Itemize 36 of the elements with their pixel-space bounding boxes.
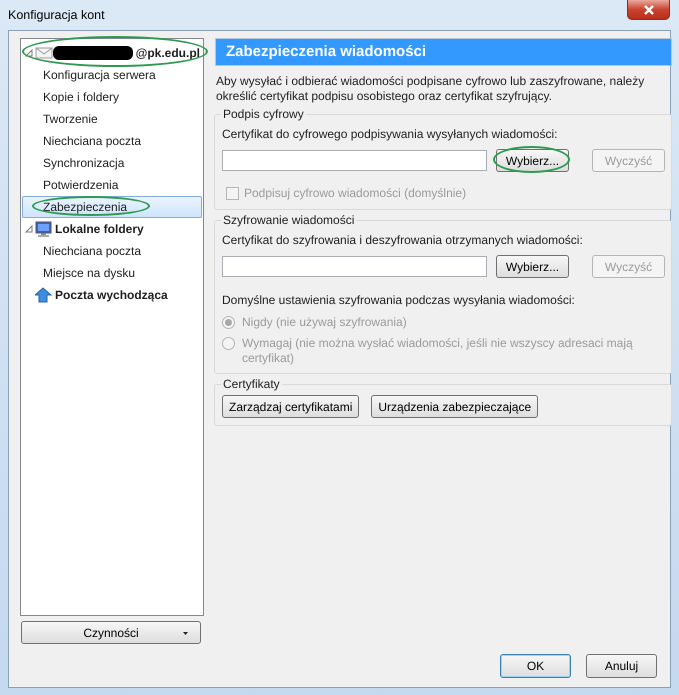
caret-icon — [183, 632, 188, 635]
tree-item[interactable]: Tworzenie — [41, 110, 100, 128]
tree-item[interactable]: Potwierdzenia — [41, 176, 120, 194]
tree-label[interactable]: @pk.edu.pl — [134, 44, 202, 62]
actions-button[interactable]: Czynności — [21, 621, 201, 644]
field-label: Certyfikat do cyfrowego podpisywania wysyłanych wiadomości: — [222, 126, 558, 143]
up-arrow-icon — [35, 287, 53, 303]
tree-item[interactable]: Kopie i foldery — [41, 88, 122, 106]
tree-item[interactable]: Synchronizacja — [41, 154, 126, 172]
certificate-button[interactable]: Urządzenia zabezpieczające — [371, 395, 538, 418]
envelope-icon — [35, 45, 53, 61]
window-title: Konfiguracja kont — [8, 6, 105, 24]
tree-item[interactable]: Niechciana poczta — [41, 242, 144, 260]
select-button[interactable]: Wybierz... — [496, 149, 569, 172]
tree-item[interactable]: Konfiguracja serwera — [41, 66, 158, 84]
certificate-field[interactable] — [222, 256, 487, 277]
dialog-button[interactable]: Anuluj — [586, 654, 657, 678]
select-button[interactable]: Wybierz... — [496, 255, 569, 278]
group-legend: Certyfikaty — [221, 377, 282, 392]
group-legend: Podpis cyfrowy — [221, 107, 306, 122]
tree-label[interactable]: Poczta wychodząca — [53, 286, 170, 304]
tree-item[interactable]: Niechciana poczta — [41, 132, 144, 150]
close-icon — [642, 4, 654, 14]
computer-icon — [35, 221, 53, 237]
close-button[interactable] — [627, 0, 670, 20]
panel-header: Zabezpieczenia wiadomości — [215, 38, 672, 66]
tree-item[interactable]: Zabezpieczenia — [22, 196, 202, 218]
intro-text: Aby wysyłać i odbierać wiadomości podpisane cyfrowo lub zaszyfrowane, należy określić certyfikat podpisu osobistego oraz certyfikat szyfrujący. — [215, 74, 646, 104]
tree-item[interactable]: Miejsce na dysku — [41, 264, 138, 282]
certificate-button[interactable]: Zarządzaj certyfikatami — [222, 395, 360, 418]
field-label: Domyślne ustawienia szyfrowania podczas wysyłania wiadomości: — [222, 292, 576, 309]
field-label: Certyfikat do szyfrowania i deszyfrowania otrzymanych wiadomości: — [222, 232, 584, 249]
tree-label[interactable]: Lokalne foldery — [53, 220, 146, 238]
certificate-field[interactable] — [222, 150, 487, 171]
group-legend: Szyfrowanie wiadomości — [221, 213, 356, 228]
dialog-button[interactable]: OK — [500, 654, 571, 678]
